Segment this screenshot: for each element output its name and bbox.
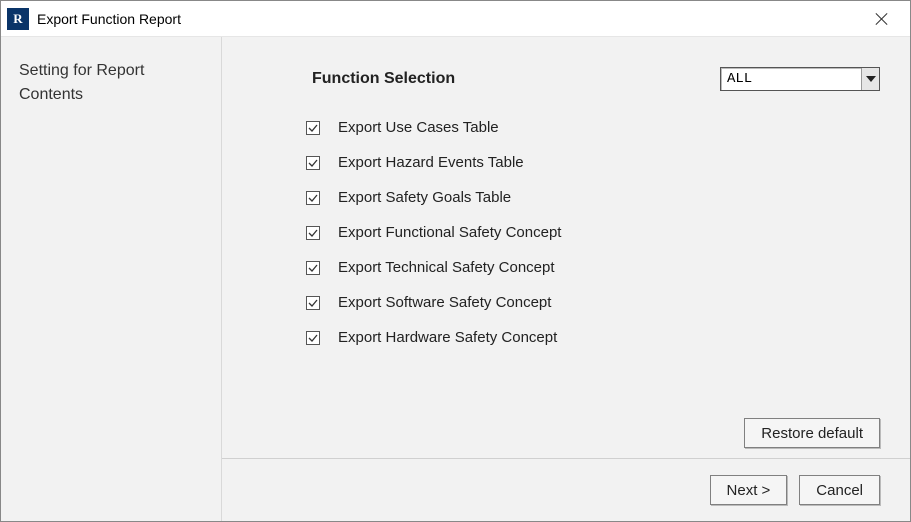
checkbox-technical-safety[interactable]: [306, 261, 320, 275]
check-icon: [308, 193, 318, 203]
main-panel: Function Selection ALL: [221, 37, 910, 521]
checkbox-safety-goals[interactable]: [306, 191, 320, 205]
check-label: Export Software Safety Concept: [338, 294, 551, 311]
footer: Next > Cancel: [222, 458, 910, 521]
cancel-button[interactable]: Cancel: [799, 475, 880, 505]
check-icon: [308, 123, 318, 133]
check-row-technical-safety: Export Technical Safety Concept: [306, 259, 880, 276]
function-selection-label: Function Selection: [282, 70, 720, 88]
checkbox-use-cases[interactable]: [306, 121, 320, 135]
check-label: Export Use Cases Table: [338, 119, 499, 136]
close-button[interactable]: [862, 5, 902, 33]
sidebar-heading: Setting for Report Contents: [19, 59, 203, 107]
check-row-hazard-events: Export Hazard Events Table: [306, 154, 880, 171]
window-title: Export Function Report: [37, 11, 862, 27]
export-function-report-window: R Export Function Report Setting for Rep…: [0, 0, 911, 522]
sidebar: Setting for Report Contents: [1, 37, 221, 521]
chevron-down-icon: [866, 76, 876, 82]
function-selection-combo[interactable]: ALL: [720, 67, 880, 91]
checkbox-software-safety[interactable]: [306, 296, 320, 310]
check-icon: [308, 333, 318, 343]
titlebar: R Export Function Report: [1, 1, 910, 37]
check-label: Export Safety Goals Table: [338, 189, 511, 206]
checkbox-functional-safety[interactable]: [306, 226, 320, 240]
check-row-functional-safety: Export Functional Safety Concept: [306, 224, 880, 241]
check-icon: [308, 158, 318, 168]
check-icon: [308, 298, 318, 308]
check-label: Export Hardware Safety Concept: [338, 329, 557, 346]
checkbox-hardware-safety[interactable]: [306, 331, 320, 345]
restore-row: Restore default: [222, 400, 910, 458]
restore-default-button[interactable]: Restore default: [744, 418, 880, 448]
body-area: Setting for Report Contents Function Sel…: [1, 37, 910, 521]
combo-arrow-button[interactable]: [861, 68, 879, 90]
export-options-list: Export Use Cases Table Export Hazard Eve…: [282, 119, 880, 346]
check-label: Export Functional Safety Concept: [338, 224, 561, 241]
close-icon: [875, 12, 889, 26]
check-label: Export Hazard Events Table: [338, 154, 524, 171]
function-selection-row: Function Selection ALL: [282, 67, 880, 91]
check-icon: [308, 263, 318, 273]
check-row-safety-goals: Export Safety Goals Table: [306, 189, 880, 206]
app-icon: R: [7, 8, 29, 30]
check-row-hardware-safety: Export Hardware Safety Concept: [306, 329, 880, 346]
next-button[interactable]: Next >: [710, 475, 788, 505]
checkbox-hazard-events[interactable]: [306, 156, 320, 170]
function-selection-value: ALL: [721, 71, 861, 87]
check-icon: [308, 228, 318, 238]
check-row-software-safety: Export Software Safety Concept: [306, 294, 880, 311]
main-content: Function Selection ALL: [222, 37, 910, 400]
app-icon-letter: R: [13, 11, 22, 27]
check-row-use-cases: Export Use Cases Table: [306, 119, 880, 136]
check-label: Export Technical Safety Concept: [338, 259, 555, 276]
